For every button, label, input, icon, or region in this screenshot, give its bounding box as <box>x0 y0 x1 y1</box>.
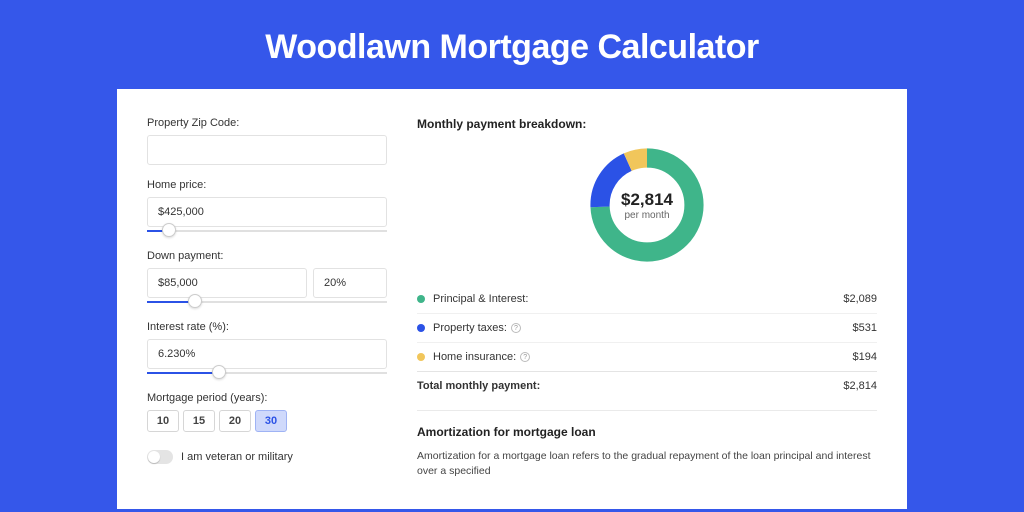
results-column: Monthly payment breakdown: $2,814 per mo… <box>417 117 877 509</box>
period-option-15[interactable]: 15 <box>183 410 215 432</box>
insurance-color-dot <box>417 353 425 361</box>
taxes-color-dot <box>417 324 425 332</box>
principal-value: $2,089 <box>843 293 877 305</box>
total-value: $2,814 <box>843 380 877 392</box>
form-column: Property Zip Code: Home price: Down paym… <box>147 117 387 509</box>
calculator-card: Property Zip Code: Home price: Down paym… <box>117 89 907 509</box>
total-row: Total monthly payment: $2,814 <box>417 371 877 400</box>
breakdown-title: Monthly payment breakdown: <box>417 117 877 131</box>
interest-slider[interactable] <box>147 368 387 378</box>
info-icon[interactable]: ? <box>511 323 521 333</box>
home-price-group: Home price: <box>147 179 387 236</box>
veteran-label: I am veteran or military <box>181 451 293 463</box>
principal-label: Principal & Interest: <box>433 293 843 305</box>
insurance-value: $194 <box>853 351 877 363</box>
period-option-10[interactable]: 10 <box>147 410 179 432</box>
period-option-30[interactable]: 30 <box>255 410 287 432</box>
insurance-label: Home insurance: ? <box>433 351 853 363</box>
donut-amount: $2,814 <box>621 190 673 210</box>
down-payment-label: Down payment: <box>147 250 387 262</box>
down-payment-slider[interactable] <box>147 297 387 307</box>
interest-input[interactable] <box>147 339 387 369</box>
donut-chart: $2,814 per month <box>585 143 709 267</box>
period-options: 10152030 <box>147 410 387 432</box>
slider-thumb[interactable] <box>188 294 202 308</box>
amortization-text: Amortization for a mortgage loan refers … <box>417 449 877 478</box>
taxes-value: $531 <box>853 322 877 334</box>
down-payment-pct-input[interactable] <box>313 268 387 298</box>
veteran-toggle[interactable] <box>147 450 173 464</box>
amortization-title: Amortization for mortgage loan <box>417 425 877 439</box>
total-label: Total monthly payment: <box>417 380 843 392</box>
legend: Principal & Interest:$2,089Property taxe… <box>417 285 877 371</box>
slider-thumb[interactable] <box>212 365 226 379</box>
home-price-label: Home price: <box>147 179 387 191</box>
period-group: Mortgage period (years): 10152030 <box>147 392 387 432</box>
donut-sub: per month <box>624 210 669 221</box>
divider <box>417 410 877 411</box>
interest-label: Interest rate (%): <box>147 321 387 333</box>
period-label: Mortgage period (years): <box>147 392 387 404</box>
down-payment-amount-input[interactable] <box>147 268 307 298</box>
veteran-row: I am veteran or military <box>147 450 387 464</box>
down-payment-group: Down payment: <box>147 250 387 307</box>
legend-row-principal: Principal & Interest:$2,089 <box>417 285 877 313</box>
taxes-label: Property taxes: ? <box>433 322 853 334</box>
home-price-input[interactable] <box>147 197 387 227</box>
donut-chart-wrap: $2,814 per month <box>417 143 877 267</box>
slider-thumb[interactable] <box>162 223 176 237</box>
principal-color-dot <box>417 295 425 303</box>
zip-input[interactable] <box>147 135 387 165</box>
legend-row-taxes: Property taxes: ?$531 <box>417 313 877 342</box>
interest-group: Interest rate (%): <box>147 321 387 378</box>
home-price-slider[interactable] <box>147 226 387 236</box>
page-title: Woodlawn Mortgage Calculator <box>0 0 1024 89</box>
info-icon[interactable]: ? <box>520 352 530 362</box>
legend-row-insurance: Home insurance: ?$194 <box>417 342 877 371</box>
zip-field-group: Property Zip Code: <box>147 117 387 165</box>
period-option-20[interactable]: 20 <box>219 410 251 432</box>
zip-label: Property Zip Code: <box>147 117 387 129</box>
